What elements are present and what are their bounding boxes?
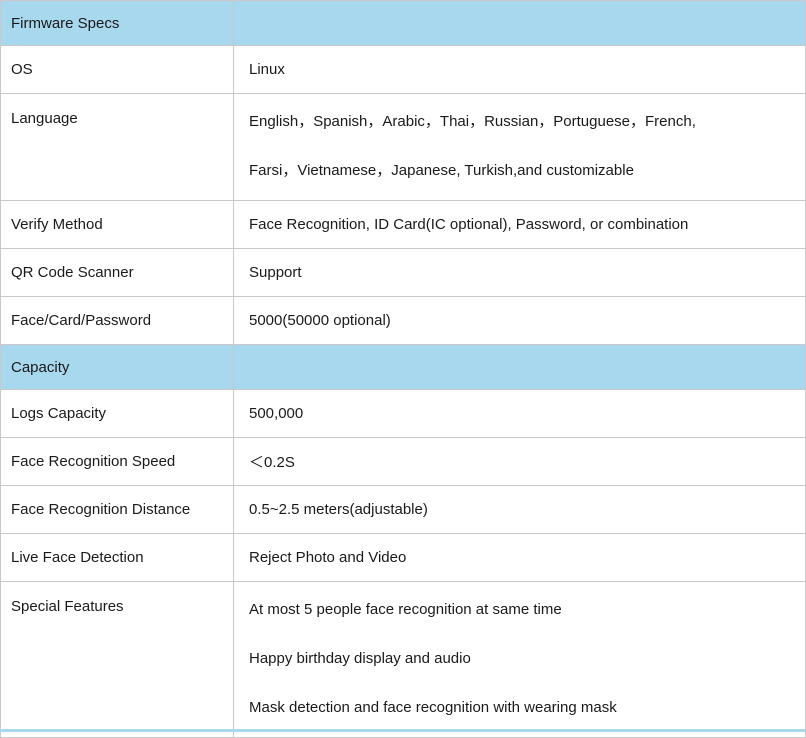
spec-label: Verify Method bbox=[0, 200, 234, 249]
section-title: Firmware Specs bbox=[0, 0, 234, 46]
spec-value-multiline: At most 5 people face recognition at sam… bbox=[233, 581, 806, 738]
table-row: Face/Card/Password 5000(50000 optional) bbox=[0, 296, 806, 345]
spec-value: 5000(50000 optional) bbox=[233, 296, 806, 345]
table-row: Logs Capacity 500,000 bbox=[0, 389, 806, 438]
spec-value: 0.5~2.5 meters(adjustable) bbox=[233, 485, 806, 534]
spec-label: Special Features bbox=[0, 581, 234, 738]
spec-value-multiline: English，Spanish，Arabic，Thai，Russian，Port… bbox=[233, 93, 806, 201]
table-row: OS Linux bbox=[0, 45, 806, 94]
table-row: Verify Method Face Recognition, ID Card(… bbox=[0, 200, 806, 249]
spec-value: ＜0.2S bbox=[233, 437, 806, 486]
spec-value: Reject Photo and Video bbox=[233, 533, 806, 582]
spec-value: Face Recognition, ID Card(IC optional), … bbox=[233, 200, 806, 249]
spec-label: Language bbox=[0, 93, 234, 201]
spec-label: Logs Capacity bbox=[0, 389, 234, 438]
section-header-capacity: Capacity bbox=[0, 344, 806, 390]
table-row-special-features: Special Features At most 5 people face r… bbox=[0, 581, 806, 738]
spec-value: Linux bbox=[233, 45, 806, 94]
table-row: Face Recognition Distance 0.5~2.5 meters… bbox=[0, 485, 806, 534]
table-row: QR Code Scanner Support bbox=[0, 248, 806, 297]
spec-label: Face Recognition Distance bbox=[0, 485, 234, 534]
section-header-empty-cell bbox=[233, 0, 806, 46]
section-title: Capacity bbox=[0, 344, 234, 390]
spec-label: Face/Card/Password bbox=[0, 296, 234, 345]
section-header-empty-cell bbox=[233, 344, 806, 390]
table-row-language: Language English，Spanish，Arabic，Thai，Rus… bbox=[0, 93, 806, 201]
spec-value-line: At most 5 people face recognition at sam… bbox=[249, 601, 562, 618]
spec-table: Firmware Specs OS Linux Language English… bbox=[0, 0, 806, 738]
spec-value: Support bbox=[233, 248, 806, 297]
spec-value-line: Happy birthday display and audio bbox=[249, 650, 471, 667]
spec-label: Face Recognition Speed bbox=[0, 437, 234, 486]
spec-value: 500,000 bbox=[233, 389, 806, 438]
section-header-firmware-specs: Firmware Specs bbox=[0, 0, 806, 46]
spec-value-line: English，Spanish，Arabic，Thai，Russian，Port… bbox=[249, 113, 696, 130]
spec-label: QR Code Scanner bbox=[0, 248, 234, 297]
spec-label: Live Face Detection bbox=[0, 533, 234, 582]
spec-value-line: Farsi，Vietnamese，Japanese, Turkish,and c… bbox=[249, 162, 634, 179]
spec-label: OS bbox=[0, 45, 234, 94]
table-row: Live Face Detection Reject Photo and Vid… bbox=[0, 533, 806, 582]
spec-value-line: Mask detection and face recognition with… bbox=[249, 699, 617, 716]
table-row: Face Recognition Speed ＜0.2S bbox=[0, 437, 806, 486]
